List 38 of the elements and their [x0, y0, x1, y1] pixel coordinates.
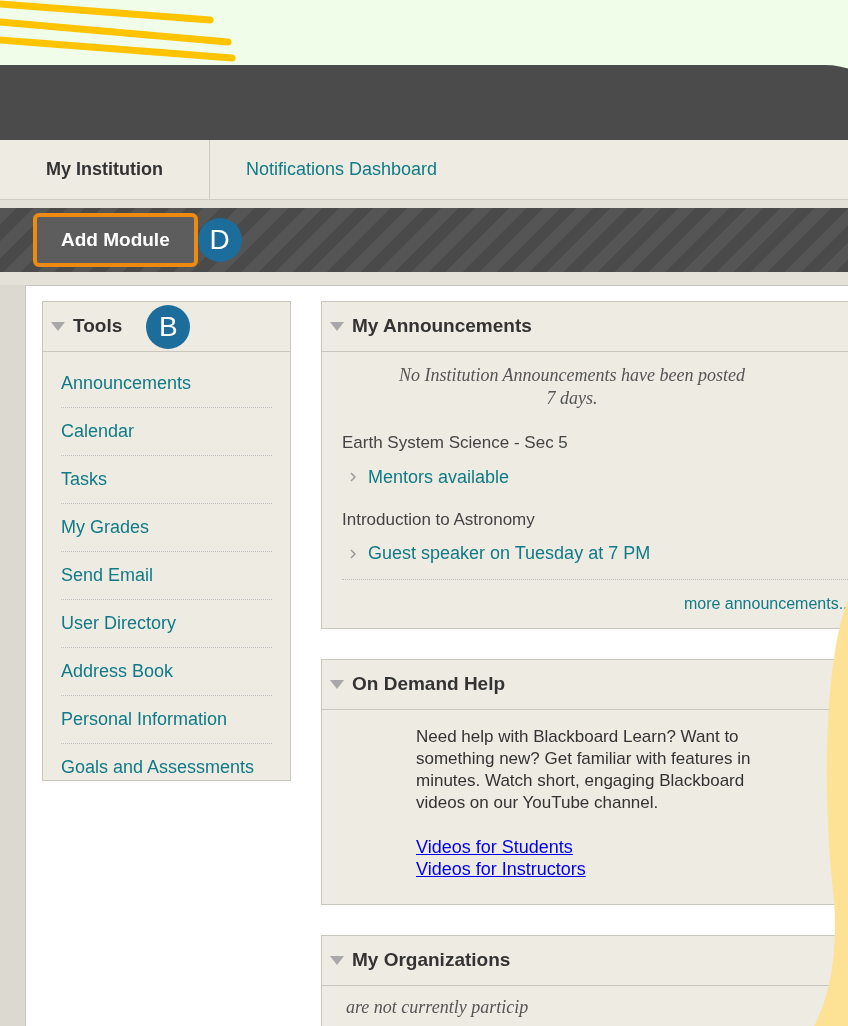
- tool-link[interactable]: My Grades: [61, 504, 272, 552]
- notice-text: No Institution Announcements have been posted: [398, 364, 746, 387]
- collapse-triangle-icon[interactable]: [330, 322, 344, 331]
- step-badge: B: [146, 304, 191, 349]
- tab[interactable]: My Institution: [0, 140, 210, 199]
- tool-link[interactable]: Address Book: [61, 648, 272, 696]
- help-text: something new? Get familiar with features in: [416, 748, 752, 770]
- more-announcements-link[interactable]: more announcements...: [683, 592, 848, 616]
- help-text: Need help with Blackboard Learn? Want to: [416, 726, 740, 748]
- tool-link[interactable]: Personal Information: [61, 696, 272, 744]
- chevron-icon: [350, 548, 356, 559]
- collapse-triangle-icon[interactable]: [330, 956, 344, 965]
- collapse-triangle-icon[interactable]: [51, 322, 65, 331]
- tool-link[interactable]: Calendar: [61, 408, 272, 456]
- add-module-button[interactable]: Add Module: [33, 213, 198, 267]
- notice-text: 7 days.: [546, 387, 598, 410]
- tool-link[interactable]: User Directory: [61, 600, 272, 648]
- video-link[interactable]: Videos for Students: [416, 836, 573, 858]
- module-title: On Demand Help: [352, 672, 506, 697]
- notice-text: are not currently particip: [346, 997, 529, 1017]
- course-name: Introduction to Astronomy: [342, 508, 536, 531]
- collapse-triangle-icon[interactable]: [330, 680, 344, 689]
- announcement-link[interactable]: Mentors available: [368, 463, 510, 491]
- tool-link[interactable]: Announcements: [61, 360, 272, 408]
- course-name: Earth System Science - Sec 5: [342, 432, 569, 454]
- tool-link[interactable]: Goals and Assessments: [61, 744, 272, 791]
- video-link[interactable]: Videos for Instructors: [416, 858, 586, 880]
- step-badge: D: [197, 218, 242, 262]
- module-title: My Organizations: [352, 948, 511, 973]
- announcement-link[interactable]: Guest speaker on Tuesday at 7 PM: [368, 540, 651, 567]
- tab[interactable]: Notifications Dashboard: [210, 140, 474, 199]
- module-title: My Announcements: [352, 314, 532, 339]
- module-title: Tools: [73, 314, 123, 339]
- chevron-icon: [350, 472, 356, 482]
- help-text: minutes. Watch short, engaging Blackboard: [416, 770, 746, 792]
- help-text: videos on our YouTube channel.: [416, 792, 660, 814]
- tool-link[interactable]: Send Email: [61, 552, 272, 600]
- tool-link[interactable]: Tasks: [61, 456, 272, 504]
